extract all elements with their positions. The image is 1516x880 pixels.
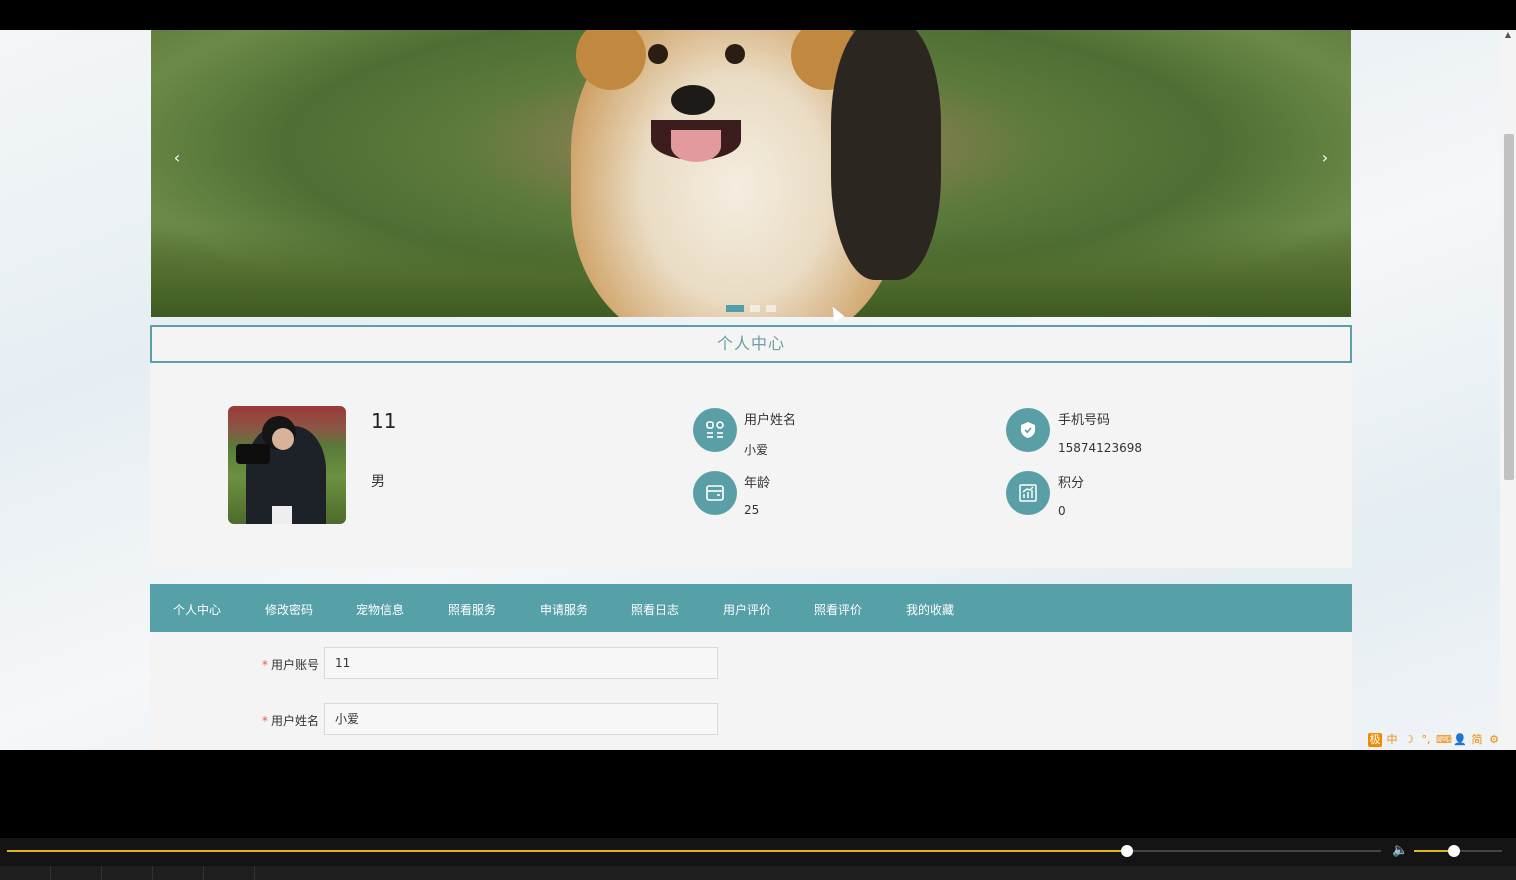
form-row-account: * 用户账号 11 — [150, 647, 1352, 679]
field-label-account: * 用户账号 — [262, 656, 319, 673]
stat-value-age: 25 — [744, 503, 760, 517]
profile-gender: 男 — [371, 474, 385, 490]
avatar-face — [272, 428, 294, 450]
ime-keyboard-icon[interactable]: ⌨ — [1436, 733, 1452, 747]
taskbar-slot[interactable] — [102, 866, 153, 880]
dog-tongue — [671, 130, 721, 162]
ime-chinese-icon[interactable]: 中 — [1385, 733, 1399, 747]
tab-care-service[interactable]: 照看服务 — [448, 601, 496, 618]
wallet-icon — [693, 471, 737, 515]
carousel-prev-icon[interactable]: ‹ — [167, 148, 187, 168]
tab-pet-info[interactable]: 宠物信息 — [356, 601, 404, 618]
taskbar-slot[interactable] — [51, 866, 102, 880]
ime-settings-icon[interactable]: ⚙ — [1487, 733, 1501, 747]
taskbar-slot[interactable] — [0, 866, 51, 880]
seek-handle[interactable] — [1120, 845, 1133, 857]
ime-logo-icon[interactable]: 极 — [1368, 733, 1382, 747]
ime-toolbar: 极 中 ☽ °, ⌨ 👤 简 ⚙ — [1368, 732, 1501, 748]
tab-user-review[interactable]: 用户评价 — [723, 601, 771, 618]
name-input[interactable]: 小爱 — [324, 703, 718, 735]
stat-label-name: 用户姓名 — [744, 413, 797, 428]
carousel-indicators — [726, 305, 776, 312]
volume-slider[interactable] — [1414, 845, 1502, 857]
screen: ‹ › 个人中心 11 男 用户姓名 小爱 手机号码 15874123698 年… — [0, 0, 1516, 880]
video-player-controls: 🔈 — [0, 838, 1516, 880]
shield-check-icon — [1006, 408, 1050, 452]
tab-care-review[interactable]: 照看评价 — [814, 601, 862, 618]
taskbar-slot[interactable] — [153, 866, 204, 880]
chart-icon — [1006, 471, 1050, 515]
volume-icon[interactable]: 🔈 — [1392, 843, 1408, 858]
dog-dark-fur — [831, 30, 941, 280]
stat-label-age: 年龄 — [744, 476, 771, 491]
tab-my-favorites[interactable]: 我的收藏 — [906, 601, 954, 618]
taskbar-slot[interactable] — [204, 866, 255, 880]
carousel-dot-2[interactable] — [750, 305, 760, 312]
ime-simplified-icon[interactable]: 简 — [1470, 733, 1484, 747]
carousel-banner: ‹ › — [151, 30, 1351, 317]
camera-icon — [236, 444, 270, 464]
carousel-dot-1[interactable] — [726, 305, 744, 312]
tab-change-password[interactable]: 修改密码 — [265, 601, 313, 618]
tab-care-log[interactable]: 照看日志 — [631, 601, 679, 618]
field-label-text: 用户账号 — [271, 658, 320, 672]
ime-punctuation-icon[interactable]: °, — [1419, 733, 1433, 747]
tab-personal-center[interactable]: 个人中心 — [173, 601, 221, 618]
vertical-scrollbar[interactable]: ▲ — [1500, 30, 1516, 750]
avatar — [228, 406, 346, 524]
profile-card: 11 男 用户姓名 小爱 手机号码 15874123698 年龄 25 积分 0 — [150, 363, 1352, 568]
profile-form: * 用户账号 11 * 用户姓名 小爱 — [150, 632, 1352, 750]
stat-value-phone: 15874123698 — [1058, 441, 1142, 455]
ime-moon-icon[interactable]: ☽ — [1402, 733, 1416, 747]
profile-account: 11 — [371, 409, 397, 433]
form-row-name: * 用户姓名 小爱 — [150, 703, 1352, 735]
seek-progress — [7, 850, 1127, 852]
scroll-up-icon[interactable]: ▲ — [1503, 30, 1513, 40]
tab-apply-service[interactable]: 申请服务 — [540, 601, 588, 618]
ime-user-icon[interactable]: 👤 — [1453, 733, 1467, 747]
carousel-next-icon[interactable]: › — [1315, 148, 1335, 168]
apps-grid-icon — [693, 408, 737, 452]
field-label-name: * 用户姓名 — [262, 712, 319, 729]
required-mark: * — [262, 714, 268, 728]
required-mark: * — [262, 658, 268, 672]
seek-bar[interactable] — [7, 845, 1381, 857]
field-label-text: 用户姓名 — [271, 714, 320, 728]
taskbar-strip — [0, 866, 1516, 880]
stat-value-name: 小爱 — [744, 443, 769, 457]
stat-value-points: 0 — [1058, 504, 1066, 518]
stat-label-points: 积分 — [1058, 476, 1085, 491]
profile-tab-bar: 个人中心 修改密码 宠物信息 照看服务 申请服务 照看日志 用户评价 照看评价 … — [150, 584, 1352, 632]
account-input[interactable]: 11 — [324, 647, 718, 679]
avatar-legs — [272, 506, 292, 524]
volume-handle[interactable] — [1447, 845, 1460, 857]
carousel-dot-3[interactable] — [766, 305, 776, 312]
stat-label-phone: 手机号码 — [1058, 413, 1111, 428]
dog-eye-left — [648, 44, 668, 64]
page-title: 个人中心 — [150, 325, 1352, 363]
browser-viewport: ‹ › 个人中心 11 男 用户姓名 小爱 手机号码 15874123698 年… — [0, 30, 1516, 750]
dog-eye-right — [725, 44, 745, 64]
scrollbar-thumb[interactable] — [1504, 134, 1514, 480]
dog-nose — [671, 85, 715, 115]
